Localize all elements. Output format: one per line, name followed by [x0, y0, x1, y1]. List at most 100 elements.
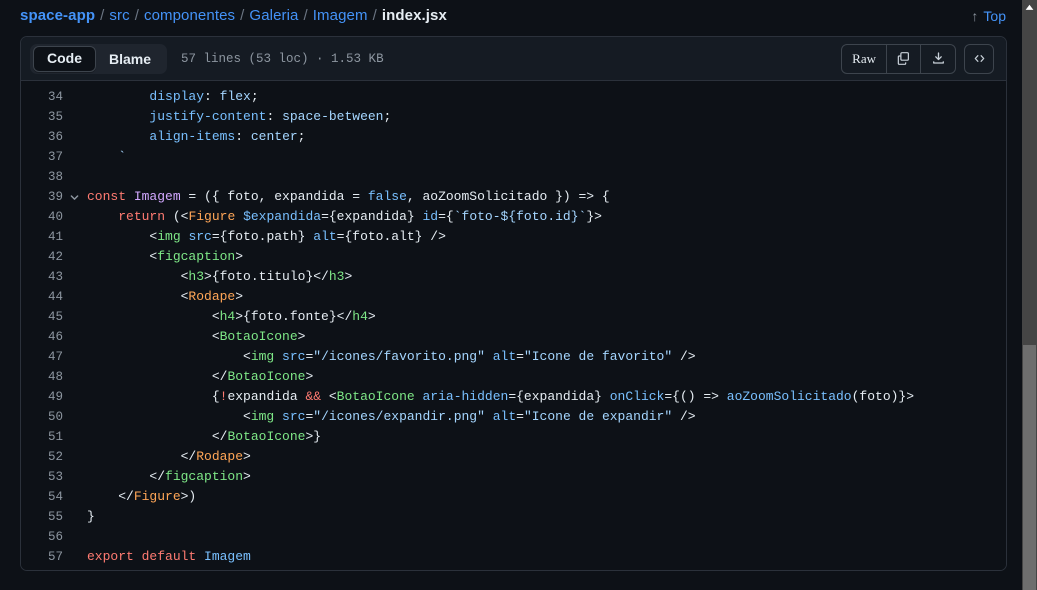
code-line[interactable]: 52 </Rodape>: [21, 447, 1006, 467]
line-number[interactable]: 50: [21, 407, 63, 427]
fold-gutter-empty: [63, 367, 85, 387]
line-number[interactable]: 44: [21, 287, 63, 307]
line-number[interactable]: 48: [21, 367, 63, 387]
code-line[interactable]: 45 <h4>{foto.fonte}</h4>: [21, 307, 1006, 327]
toolbar-left-group: Code Blame 57 lines (53 loc) · 1.53 KB: [30, 43, 384, 74]
scrollbar-thumb[interactable]: [1023, 345, 1036, 590]
breadcrumb-item-space-app[interactable]: space-app: [20, 7, 95, 24]
code-token: <: [87, 289, 189, 304]
line-number[interactable]: 36: [21, 127, 63, 147]
code-token: return: [118, 209, 166, 224]
line-number[interactable]: 37: [21, 147, 63, 167]
fold-gutter-empty: [63, 147, 85, 167]
code-line-text: </BotaoIcone>}: [85, 427, 321, 447]
code-token: justify-content: [149, 109, 267, 124]
code-line[interactable]: 34 display: flex;: [21, 87, 1006, 107]
tab-code[interactable]: Code: [33, 45, 96, 72]
code-token: >: [297, 329, 306, 344]
line-number[interactable]: 56: [21, 527, 63, 547]
code-content[interactable]: 34 display: flex; 35 justify-content: spa…: [21, 81, 1006, 570]
code-line[interactable]: 47 <img src="/icones/favorito.png" alt="…: [21, 347, 1006, 367]
breadcrumb-item-galeria[interactable]: Galeria: [249, 7, 298, 24]
line-number[interactable]: 53: [21, 467, 63, 487]
code-token: </: [87, 429, 228, 444]
line-number[interactable]: 55: [21, 507, 63, 527]
code-line[interactable]: 51 </BotaoIcone>}: [21, 427, 1006, 447]
view-mode-toggle[interactable]: Code Blame: [30, 43, 168, 74]
line-number[interactable]: 35: [21, 107, 63, 127]
breadcrumb-item-src[interactable]: src: [109, 7, 129, 24]
code-line[interactable]: 41 <img src={foto.path} alt={foto.alt} /…: [21, 227, 1006, 247]
line-number[interactable]: 52: [21, 447, 63, 467]
fold-gutter-empty: [63, 267, 85, 287]
code-line[interactable]: 57 export default Imagem: [21, 547, 1006, 567]
code-token: BotaoIcone: [227, 369, 306, 384]
code-token: Imagem: [133, 189, 181, 204]
line-number[interactable]: 38: [21, 167, 63, 187]
code-line-text: <BotaoIcone>: [85, 327, 306, 347]
code-token: </: [87, 449, 197, 464]
code-line[interactable]: 43 <h3>{foto.titulo}</h3>: [21, 267, 1006, 287]
download-button[interactable]: [921, 45, 955, 73]
line-number[interactable]: 47: [21, 347, 63, 367]
file-view-page: space-app / src / componentes / Galeria / Imagem…: [0, 0, 1022, 590]
line-number[interactable]: 46: [21, 327, 63, 347]
back-to-top-link[interactable]: ↑ Top: [971, 8, 1006, 24]
line-number[interactable]: 41: [21, 227, 63, 247]
code-line-text: <Rodape>: [85, 287, 243, 307]
tab-blame[interactable]: Blame: [96, 47, 164, 71]
arrow-up-icon: ↑: [971, 7, 979, 24]
line-number[interactable]: 49: [21, 387, 63, 407]
breadcrumb-item-componentes[interactable]: componentes: [144, 7, 235, 24]
line-number[interactable]: 57: [21, 547, 63, 567]
code-line[interactable]: 44 <Rodape>: [21, 287, 1006, 307]
code-line[interactable]: 50 <img src="/icones/expandir.png" alt="…: [21, 407, 1006, 427]
code-token: alt: [492, 349, 517, 364]
breadcrumb-item-imagem[interactable]: Imagem: [313, 7, 368, 24]
code-line[interactable]: 53 </figcaption>: [21, 467, 1006, 487]
code-token: <: [87, 249, 158, 264]
fold-gutter-empty: [63, 387, 85, 407]
code-token: const: [87, 189, 134, 204]
code-symbols-button[interactable]: [964, 43, 994, 74]
code-line[interactable]: 35 justify-content: space-between;: [21, 107, 1006, 127]
code-token: <: [87, 309, 220, 324]
code-line[interactable]: 36 align-items: center;: [21, 127, 1006, 147]
line-number[interactable]: 39: [21, 187, 63, 207]
code-line-text: </Rodape>: [85, 447, 251, 467]
line-number[interactable]: 42: [21, 247, 63, 267]
code-token: Rodape: [196, 449, 244, 464]
code-token: >: [235, 289, 244, 304]
code-line[interactable]: 39 const Imagem = ({ foto, expandida = fa…: [21, 187, 1006, 207]
line-number[interactable]: 54: [21, 487, 63, 507]
code-line[interactable]: 40 return (<Figure $expandida={expandida…: [21, 207, 1006, 227]
chevron-down-icon[interactable]: [63, 187, 85, 207]
line-number[interactable]: 45: [21, 307, 63, 327]
code-line[interactable]: 46 <BotaoIcone>: [21, 327, 1006, 347]
code-line[interactable]: 55}: [21, 507, 1006, 527]
code-line[interactable]: 56: [21, 527, 1006, 547]
code-line[interactable]: 49 {!expandida && <BotaoIcone aria-hidde…: [21, 387, 1006, 407]
code-line[interactable]: 54 </Figure>): [21, 487, 1006, 507]
line-number[interactable]: 34: [21, 87, 63, 107]
breadcrumb-separator: /: [372, 7, 377, 24]
code-token: onClick: [609, 389, 665, 404]
code-token: aoZoomSolicitado: [726, 389, 852, 404]
raw-button[interactable]: Raw: [842, 44, 887, 73]
code-line[interactable]: 38: [21, 167, 1006, 187]
line-number[interactable]: 51: [21, 427, 63, 447]
browser-scrollbar[interactable]: [1022, 0, 1037, 590]
code-token: img: [250, 409, 275, 424]
code-line[interactable]: 37 `: [21, 147, 1006, 167]
line-number[interactable]: 40: [21, 207, 63, 227]
fold-gutter-empty: [63, 287, 85, 307]
copy-button[interactable]: [887, 44, 921, 73]
code-line[interactable]: 42 <figcaption>: [21, 247, 1006, 267]
breadcrumb-separator: /: [134, 7, 139, 24]
code-line[interactable]: 48 </BotaoIcone>: [21, 367, 1006, 387]
line-number[interactable]: 43: [21, 267, 63, 287]
scroll-up-arrow-icon[interactable]: [1022, 0, 1037, 14]
fold-gutter-empty: [63, 467, 85, 487]
